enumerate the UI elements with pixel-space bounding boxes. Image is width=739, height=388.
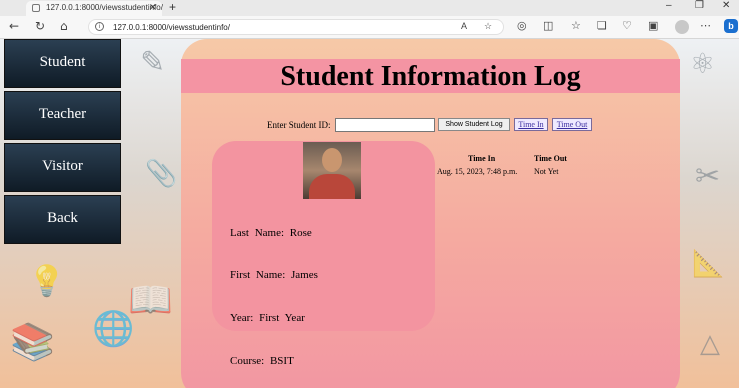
collections-icon[interactable]: ❏: [597, 19, 607, 32]
ruler-doodle-icon: 📐: [692, 249, 725, 279]
page-favicon-icon: [32, 4, 40, 12]
restore-button[interactable]: ❐: [695, 0, 704, 11]
tab-close-icon[interactable]: ✕: [149, 2, 157, 13]
time-out-header: Time Out: [534, 154, 567, 163]
favorite-star-icon[interactable]: ☆: [484, 21, 492, 32]
back-arrow-icon[interactable]: ←: [9, 19, 19, 33]
first-name-text: First Name: James: [230, 269, 318, 281]
profile-avatar[interactable]: [675, 20, 689, 34]
tab-title: 127.0.0.1:8000/viewsstudentinfo/: [46, 3, 163, 12]
extension-icon[interactable]: ◎: [517, 19, 527, 32]
open-book-doodle-icon: 📚: [10, 322, 55, 363]
minimize-button[interactable]: –: [666, 0, 672, 11]
globe-doodle-icon: 🌐: [92, 309, 135, 349]
page-header: Student Information Log: [181, 59, 680, 93]
browser-toolbar: ← ↻ ⌂ i 127.0.0.1:8000/viewsstudentinfo/…: [0, 16, 739, 39]
student-photo: [303, 142, 361, 199]
browser-essentials-icon[interactable]: ♡: [622, 19, 632, 32]
nav-student-button[interactable]: Student: [4, 39, 121, 88]
time-out-cell: Not Yet: [534, 167, 559, 176]
new-tab-button[interactable]: +: [169, 0, 176, 14]
favorites-icon[interactable]: ☆: [571, 19, 581, 32]
show-student-log-button[interactable]: Show Student Log: [438, 118, 510, 131]
year-text: Year: First Year: [230, 312, 305, 324]
split-screen-icon[interactable]: ◫: [543, 19, 553, 32]
course-text: Course: BSIT: [230, 355, 294, 367]
more-options-icon[interactable]: ⋯: [700, 19, 711, 32]
page-title: Student Information Log: [280, 61, 581, 92]
reload-icon[interactable]: ↻: [35, 19, 45, 33]
paperclip-doodle-icon: 📎: [145, 159, 178, 189]
read-aloud-icon[interactable]: A: [461, 21, 467, 31]
nav-teacher-button[interactable]: Teacher: [4, 91, 121, 140]
photo-shirt: [309, 174, 355, 199]
home-icon[interactable]: ⌂: [60, 19, 68, 33]
bing-icon[interactable]: b: [724, 19, 738, 33]
address-bar[interactable]: i 127.0.0.1:8000/viewsstudentinfo/ A ☆: [88, 19, 504, 35]
photo-face: [322, 148, 342, 172]
student-profile-card: Last Name: Rose First Name: James Year: …: [212, 141, 435, 331]
close-window-button[interactable]: ✕: [722, 0, 730, 11]
site-info-icon[interactable]: i: [95, 22, 104, 31]
time-in-header: Time In: [468, 154, 496, 163]
nav-visitor-button[interactable]: Visitor: [4, 143, 121, 192]
nav-back-button[interactable]: Back: [4, 195, 121, 244]
pencil-doodle-icon: ✎: [140, 45, 166, 80]
last-name-text: Last Name: Rose: [230, 227, 312, 239]
time-in-button[interactable]: Time In: [514, 118, 548, 131]
triangle-doodle-icon: △: [700, 329, 720, 359]
side-navigation: Student Teacher Visitor Back: [4, 39, 121, 247]
main-card: Student Information Log Enter Student ID…: [181, 39, 680, 388]
student-id-input[interactable]: [335, 118, 435, 132]
url-text: 127.0.0.1:8000/viewsstudentinfo/: [113, 23, 230, 32]
scissors-doodle-icon: ✂: [695, 159, 721, 194]
time-in-cell: Aug. 15, 2023, 7:48 p.m.: [437, 167, 518, 176]
wallet-icon[interactable]: ▣: [648, 19, 658, 32]
time-out-button[interactable]: Time Out: [552, 118, 592, 131]
student-id-label: Enter Student ID:: [267, 120, 331, 130]
browser-tab[interactable]: 127.0.0.1:8000/viewsstudentinfo/ ✕: [26, 1, 163, 16]
atom-doodle-icon: ⚛: [690, 47, 716, 80]
browser-tab-bar: 127.0.0.1:8000/viewsstudentinfo/ ✕ + – ❐…: [0, 0, 739, 16]
bulb-doodle-icon: 💡: [28, 264, 66, 299]
page-viewport: ✎ 📎 📖 ⚛ ✂ 📐 △ 💡 📚 🌐 Student Teacher Visi…: [0, 39, 739, 388]
book-doodle-icon: 📖: [128, 280, 173, 321]
